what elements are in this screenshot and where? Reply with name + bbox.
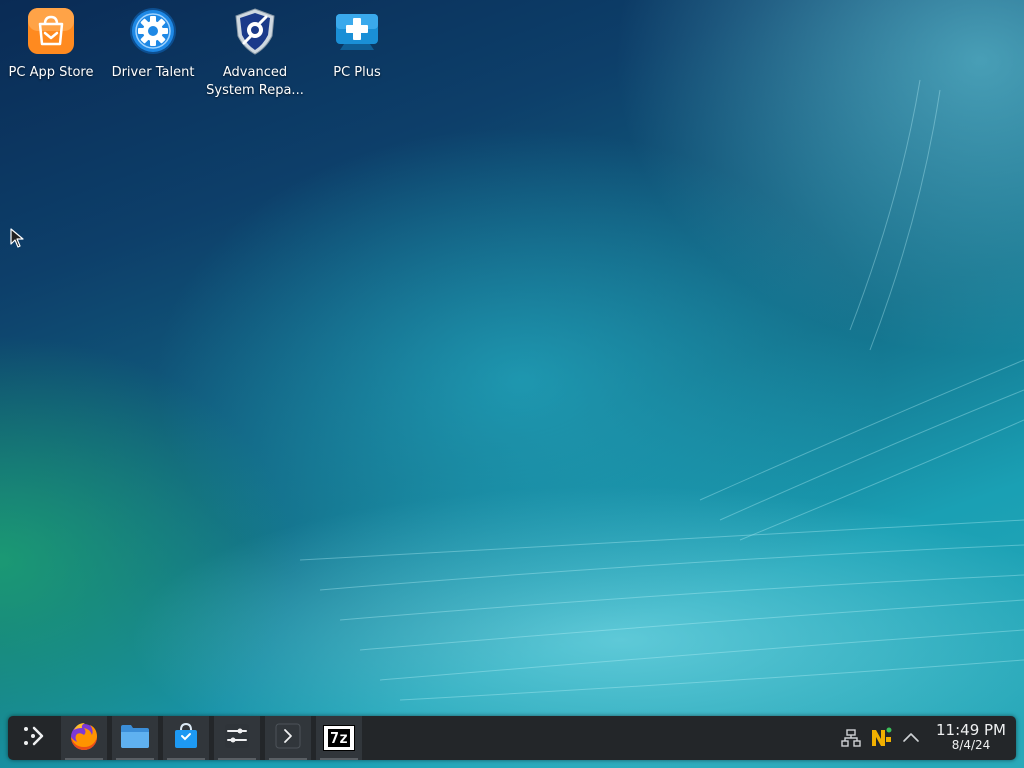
taskbar-discover-button[interactable]	[163, 716, 209, 760]
medical-cross-icon	[330, 4, 384, 58]
taskbar-terminal-button[interactable]	[265, 716, 311, 760]
terminal-icon	[274, 722, 302, 754]
digital-clock[interactable]: 11:49 PM 8/4/24	[936, 723, 1006, 753]
app-launcher-icon	[20, 723, 46, 753]
shield-wrench-icon	[228, 4, 282, 58]
clock-date: 8/4/24	[951, 738, 991, 752]
desktop-icon-label: PC Plus	[333, 65, 381, 80]
settings-sliders-icon	[223, 722, 251, 754]
desktop-icon-pc-plus[interactable]: PC Plus	[307, 4, 407, 82]
desktop-icon-driver-talent[interactable]: Driver Talent	[103, 4, 203, 82]
desktop-icon-label: Advanced System Repa...	[206, 65, 304, 98]
desktop-icon-label: Driver Talent	[111, 65, 195, 80]
wallpaper-light-streaks	[299, 79, 1024, 701]
gear-icon	[126, 4, 180, 58]
folder-icon	[119, 722, 151, 754]
desktop: PC App Store Driver Talent Advanced Syst…	[0, 0, 1024, 768]
desktop-icon-advanced-system-repair[interactable]: Advanced System Repa...	[205, 4, 305, 100]
app-launcher-button[interactable]	[10, 716, 56, 760]
notes-icon[interactable]	[869, 726, 893, 750]
mouse-pointer-icon	[10, 228, 24, 248]
shopping-bag-icon	[24, 4, 78, 58]
clock-time: 11:49 PM	[936, 721, 1006, 739]
taskbar-7zip-button[interactable]: 7z	[316, 716, 362, 760]
firefox-icon	[68, 720, 100, 756]
taskbar-file-manager-button[interactable]	[112, 716, 158, 760]
system-tray: 11:49 PM 8/4/24	[836, 716, 1016, 760]
taskbar-system-settings-button[interactable]	[214, 716, 260, 760]
seven-zip-icon: 7z	[323, 725, 355, 751]
chevron-up-icon[interactable]	[899, 726, 923, 750]
taskbar-firefox-button[interactable]	[61, 716, 107, 760]
store-bag-icon	[171, 721, 201, 755]
taskbar: 7z 11:49 PM 8/4/24	[8, 716, 1016, 760]
desktop-icon-pc-app-store[interactable]: PC App Store	[1, 4, 101, 82]
desktop-icon-label: PC App Store	[8, 65, 94, 80]
network-icon[interactable]	[839, 726, 863, 750]
seven-zip-text: 7z	[327, 729, 351, 747]
